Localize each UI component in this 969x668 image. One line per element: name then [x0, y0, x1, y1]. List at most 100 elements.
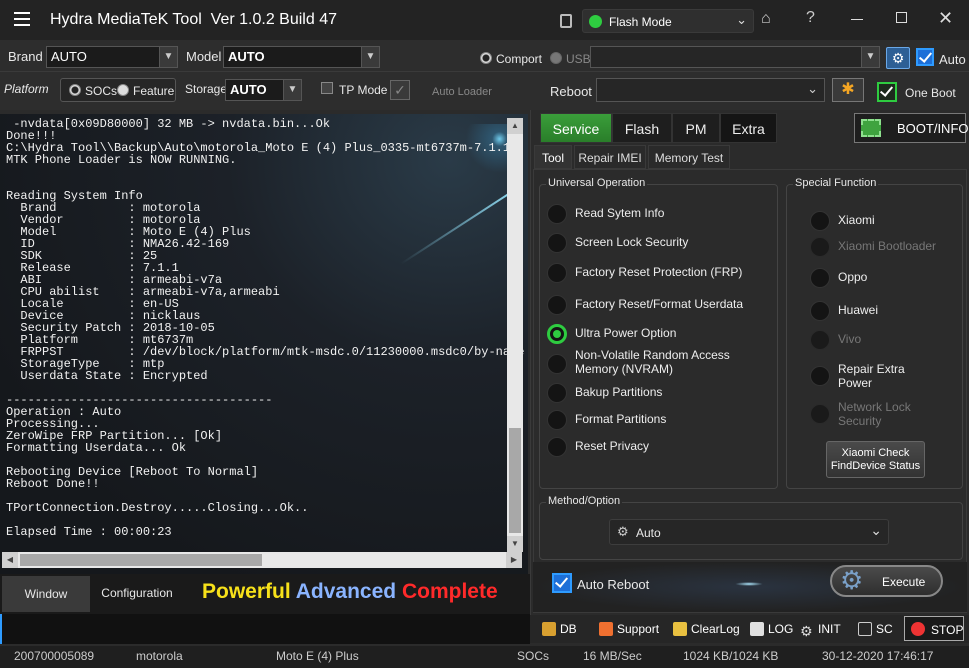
radio-icon	[547, 295, 567, 315]
option-network-lock-security[interactable]: Network Lock Security	[810, 400, 958, 430]
special-function-title: Special Function	[793, 177, 879, 189]
option-label: Format Partitions	[575, 412, 667, 426]
tab-configuration[interactable]: Configuration	[92, 576, 182, 612]
scroll-thumb[interactable]	[20, 554, 262, 566]
status-model: Moto E (4) Plus	[276, 649, 359, 663]
tab-configuration-label: Configuration	[101, 586, 173, 600]
sc-button[interactable]: SC	[858, 622, 893, 636]
comport-radio[interactable]	[480, 52, 492, 64]
device-icon	[560, 14, 572, 28]
radio-icon	[547, 354, 567, 374]
menu-icon[interactable]	[14, 12, 30, 26]
init-button[interactable]: ⚙ INIT	[800, 622, 841, 638]
command-input[interactable]	[0, 614, 530, 644]
db-button[interactable]: DB	[542, 622, 577, 636]
option-repair-extra-power[interactable]: Repair Extra Power	[810, 362, 958, 392]
clearlog-label: ClearLog	[691, 622, 740, 636]
radio-icon	[547, 233, 567, 253]
one-boot-checkbox[interactable]	[877, 82, 897, 102]
stop-icon	[911, 622, 925, 636]
option-factory-reset[interactable]: Factory Reset/Format Userdata	[547, 295, 772, 317]
banner-word-complete: Complete	[401, 580, 498, 603]
maximize-icon[interactable]	[896, 12, 907, 23]
support-button[interactable]: Support	[599, 622, 659, 636]
chevron-down-icon: ▼	[159, 47, 177, 67]
radio-icon	[810, 404, 830, 424]
usb-radio[interactable]	[550, 52, 562, 64]
option-huawei[interactable]: Huawei	[810, 301, 958, 323]
option-label: Factory Reset/Format Userdata	[575, 297, 744, 311]
port-select[interactable]: ▼	[590, 46, 880, 68]
status-platform: SOCs	[517, 649, 550, 663]
broom-icon	[673, 622, 687, 636]
tp-mode-checkbox[interactable]	[321, 82, 333, 94]
option-read-system-info[interactable]: Read Sytem Info	[547, 204, 772, 226]
tab-extra[interactable]: Extra	[720, 113, 777, 143]
radio-icon	[810, 301, 830, 321]
subtab-memory-test[interactable]: Memory Test	[648, 145, 730, 169]
window-title: Hydra MediaTeK Tool Ver 1.0.2 Build 47	[50, 11, 337, 28]
option-label: Xiaomi Bootloader	[838, 239, 937, 253]
platform-label: Platform	[4, 82, 49, 96]
xiaomi-check-finddevice-button[interactable]: Xiaomi Check FindDevice Status	[826, 441, 925, 478]
scroll-thumb[interactable]	[509, 428, 521, 533]
option-label: Oppo	[838, 270, 868, 284]
option-xiaomi-bootloader[interactable]: Xiaomi Bootloader	[810, 237, 958, 259]
storage-select[interactable]: AUTO ▼	[225, 79, 302, 101]
tab-pm[interactable]: PM	[672, 113, 720, 143]
stop-button[interactable]: STOP	[904, 616, 964, 641]
reboot-run-button[interactable]: ✱	[832, 78, 864, 102]
chevron-down-icon: ▼	[361, 47, 379, 67]
home-icon[interactable]: ⌂	[761, 10, 771, 28]
tab-service[interactable]: Service	[540, 113, 612, 143]
subtab-tool[interactable]: Tool	[534, 145, 572, 169]
tab-flash[interactable]: Flash	[612, 113, 672, 143]
tab-window[interactable]: Window	[2, 576, 90, 612]
method-select[interactable]: ⚙ Auto ⌄	[609, 519, 889, 545]
log-text: -nvdata[0x09D80000] 32 MB -> nvdata.bin.…	[6, 117, 525, 539]
option-xiaomi[interactable]: Xiaomi	[810, 211, 958, 233]
log-console[interactable]: -nvdata[0x09D80000] 32 MB -> nvdata.bin.…	[0, 114, 528, 574]
auto-loader-checkbox[interactable]: ✓	[390, 80, 410, 100]
option-backup-partitions[interactable]: Bakup Partitions	[547, 383, 772, 405]
clearlog-button[interactable]: ClearLog	[673, 622, 740, 636]
radio-selected-icon	[547, 324, 567, 344]
model-select[interactable]: AUTO ▼	[223, 46, 380, 68]
option-screen-lock-security[interactable]: Screen Lock Security	[547, 233, 772, 255]
option-nvram[interactable]: Non-Volatile Random Access Memory (NVRAM…	[547, 348, 772, 378]
stop-label: STOP	[931, 623, 964, 637]
option-oppo[interactable]: Oppo	[810, 268, 958, 290]
radio-icon	[810, 330, 830, 350]
boot-info-button[interactable]: BOOT/INFO	[854, 113, 969, 143]
status-transfer: 1024 KB/1024 KB	[683, 649, 779, 663]
option-vivo[interactable]: Vivo	[810, 330, 958, 352]
comport-label: Comport	[496, 52, 543, 66]
socs-radio[interactable]	[69, 84, 81, 96]
option-reset-privacy[interactable]: Reset Privacy	[547, 437, 772, 459]
auto-reboot-checkbox[interactable]	[552, 573, 572, 593]
help-icon[interactable]: ?	[806, 9, 815, 27]
log-vertical-scrollbar[interactable]: ▲ ▼	[507, 118, 523, 552]
settings-gear-button[interactable]: ⚙	[886, 47, 910, 69]
option-frp[interactable]: Factory Reset Protection (FRP)	[547, 263, 772, 285]
method-value: Auto	[636, 526, 661, 540]
option-label: Xiaomi	[838, 213, 875, 227]
mode-select[interactable]: Flash Mode ⌄	[582, 9, 754, 33]
radio-icon	[810, 237, 830, 257]
option-label: Bakup Partitions	[575, 385, 663, 399]
log-horizontal-scrollbar[interactable]: ◀ ▶	[2, 552, 522, 568]
log-button[interactable]: LOG	[750, 622, 793, 636]
subtab-repair-imei[interactable]: Repair IMEI	[574, 145, 646, 169]
minimize-icon[interactable]	[851, 19, 863, 20]
close-icon[interactable]: ✕	[938, 8, 953, 29]
option-label: Ultra Power Option	[575, 326, 677, 340]
radio-icon	[810, 366, 830, 386]
execute-button[interactable]: ⚙ Execute	[830, 565, 943, 597]
feature-radio[interactable]	[117, 84, 129, 96]
auto-checkbox[interactable]	[916, 48, 934, 66]
brand-select[interactable]: AUTO ▼	[46, 46, 178, 68]
option-label: Screen Lock Security	[575, 235, 689, 249]
option-ultra-power[interactable]: Ultra Power Option	[547, 324, 772, 346]
reboot-select[interactable]: ⌄	[596, 78, 825, 102]
option-format-partitions[interactable]: Format Partitions	[547, 410, 772, 432]
